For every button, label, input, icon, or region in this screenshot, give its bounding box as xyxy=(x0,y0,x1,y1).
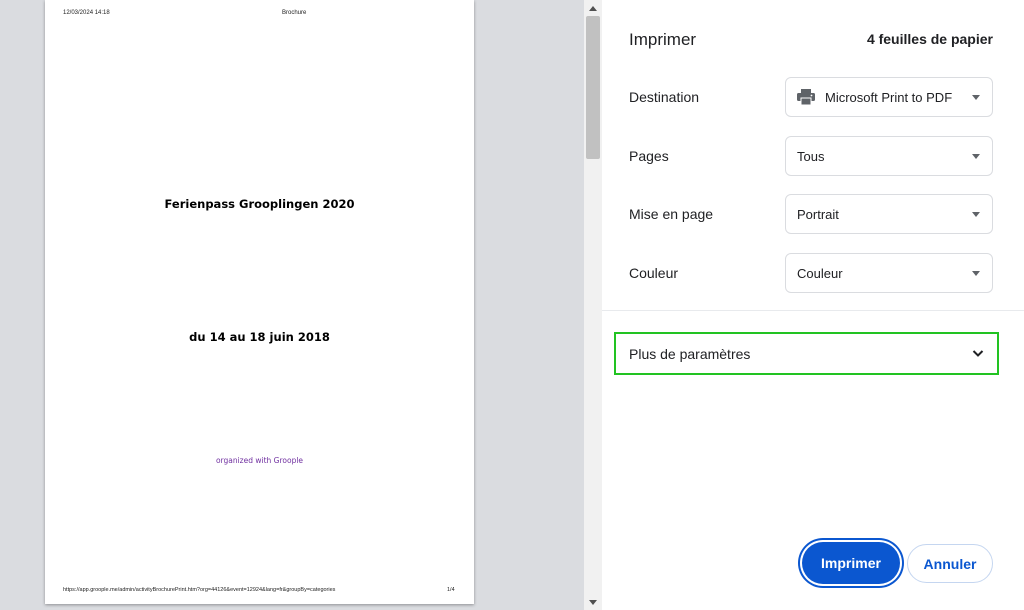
page-footer-url: https://app.groople.me/admin/activityBro… xyxy=(63,587,336,593)
scroll-up-arrow-icon[interactable] xyxy=(584,0,602,16)
pages-value: Tous xyxy=(797,148,825,164)
printer-icon xyxy=(797,89,815,106)
chevron-down-icon xyxy=(972,350,984,357)
document-dates: du 14 au 18 juin 2018 xyxy=(189,330,330,344)
page-header-title: Brochure xyxy=(282,10,307,16)
pages-label: Pages xyxy=(629,148,669,164)
sheet-count: 4 feuilles de papier xyxy=(866,31,993,47)
document-organizer: organized with Groople xyxy=(215,456,304,465)
color-select[interactable]: Couleur xyxy=(785,253,993,293)
page-header-datetime: 12/03/2024 14:18 xyxy=(63,10,110,16)
layout-value: Portrait xyxy=(797,206,839,222)
page-number: 1/4 xyxy=(447,587,455,593)
document-title: Ferienpass Grooplingen 2020 xyxy=(164,197,355,211)
panel-divider xyxy=(602,310,1024,311)
color-label: Couleur xyxy=(629,265,679,281)
destination-select[interactable]: Microsoft Print to PDF xyxy=(785,77,993,117)
preview-page: 12/03/2024 14:18 Brochure Ferienpass Gro… xyxy=(45,0,474,604)
dropdown-caret-icon xyxy=(972,212,980,217)
destination-value: Microsoft Print to PDF xyxy=(825,89,953,105)
panel-title: Imprimer xyxy=(629,30,697,49)
layout-label: Mise en page xyxy=(629,206,714,222)
dropdown-caret-icon xyxy=(972,95,980,100)
more-settings-label: Plus de paramètres xyxy=(629,345,751,362)
preview-scrollbar[interactable] xyxy=(584,0,602,610)
cancel-button[interactable]: Annuler xyxy=(907,544,993,583)
print-preview-area: 12/03/2024 14:18 Brochure Ferienpass Gro… xyxy=(0,0,584,610)
destination-label: Destination xyxy=(629,89,700,105)
print-button[interactable]: Imprimer xyxy=(802,542,900,584)
pages-select[interactable]: Tous xyxy=(785,136,993,176)
scroll-down-arrow-icon[interactable] xyxy=(584,594,602,610)
dropdown-caret-icon xyxy=(972,271,980,276)
print-settings-panel: Imprimer 4 feuilles de papier Destinatio… xyxy=(602,0,1024,610)
layout-select[interactable]: Portrait xyxy=(785,194,993,234)
more-settings-toggle[interactable]: Plus de paramètres xyxy=(614,332,999,375)
dropdown-caret-icon xyxy=(972,154,980,159)
scroll-thumb[interactable] xyxy=(586,16,600,159)
color-value: Couleur xyxy=(797,265,843,281)
